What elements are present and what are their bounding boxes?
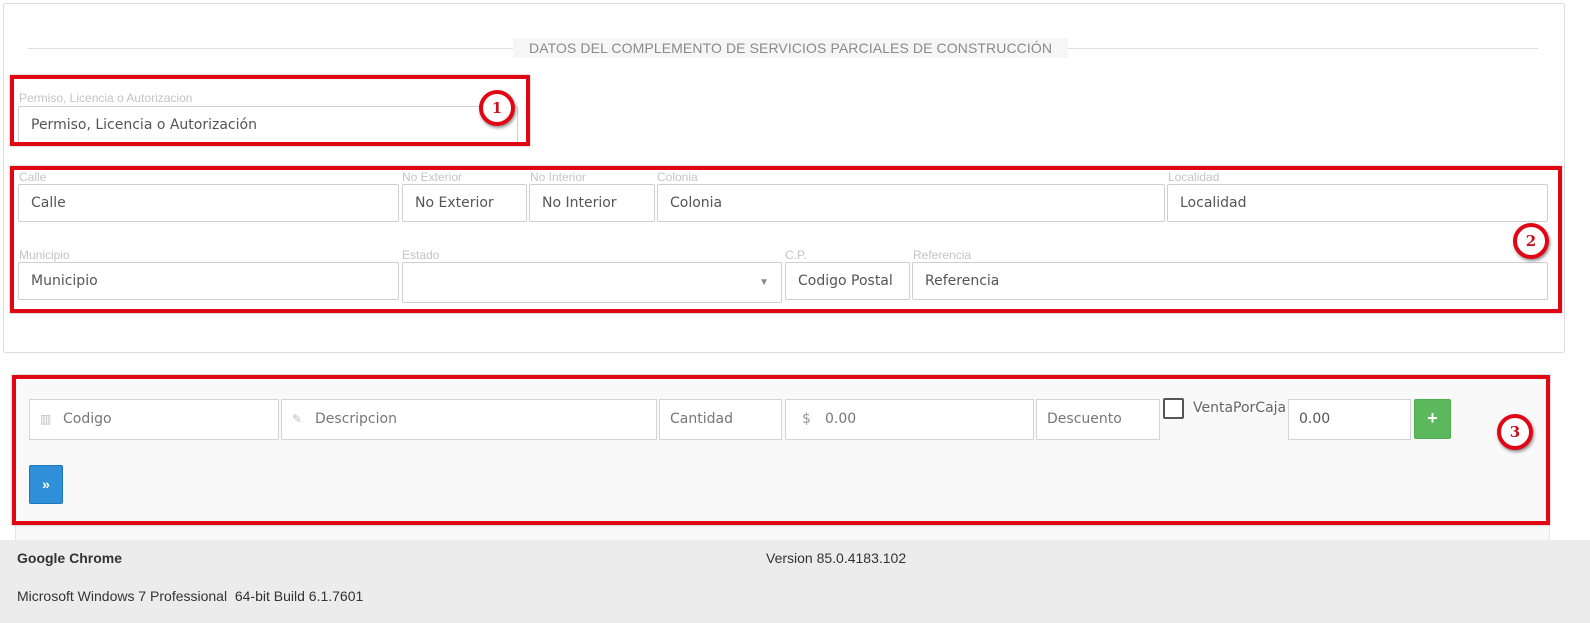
highlight-box-1: [10, 75, 530, 146]
annotation-badge-2: 2: [1513, 223, 1549, 259]
browser-version: Version 85.0.4183.102: [766, 550, 907, 566]
browser-info-footer: Google Chrome Version 85.0.4183.102 Micr…: [0, 540, 1590, 623]
section-title: DATOS DEL COMPLEMENTO DE SERVICIOS PARCI…: [513, 38, 1069, 58]
highlight-box-2: [10, 166, 1562, 313]
os-info: Microsoft Windows 7 Professional 64-bit …: [17, 588, 364, 604]
annotation-badge-1: 1: [479, 90, 515, 126]
annotation-badge-3: 3: [1497, 414, 1533, 450]
highlight-box-3: [12, 375, 1550, 525]
browser-name: Google Chrome: [17, 550, 123, 566]
